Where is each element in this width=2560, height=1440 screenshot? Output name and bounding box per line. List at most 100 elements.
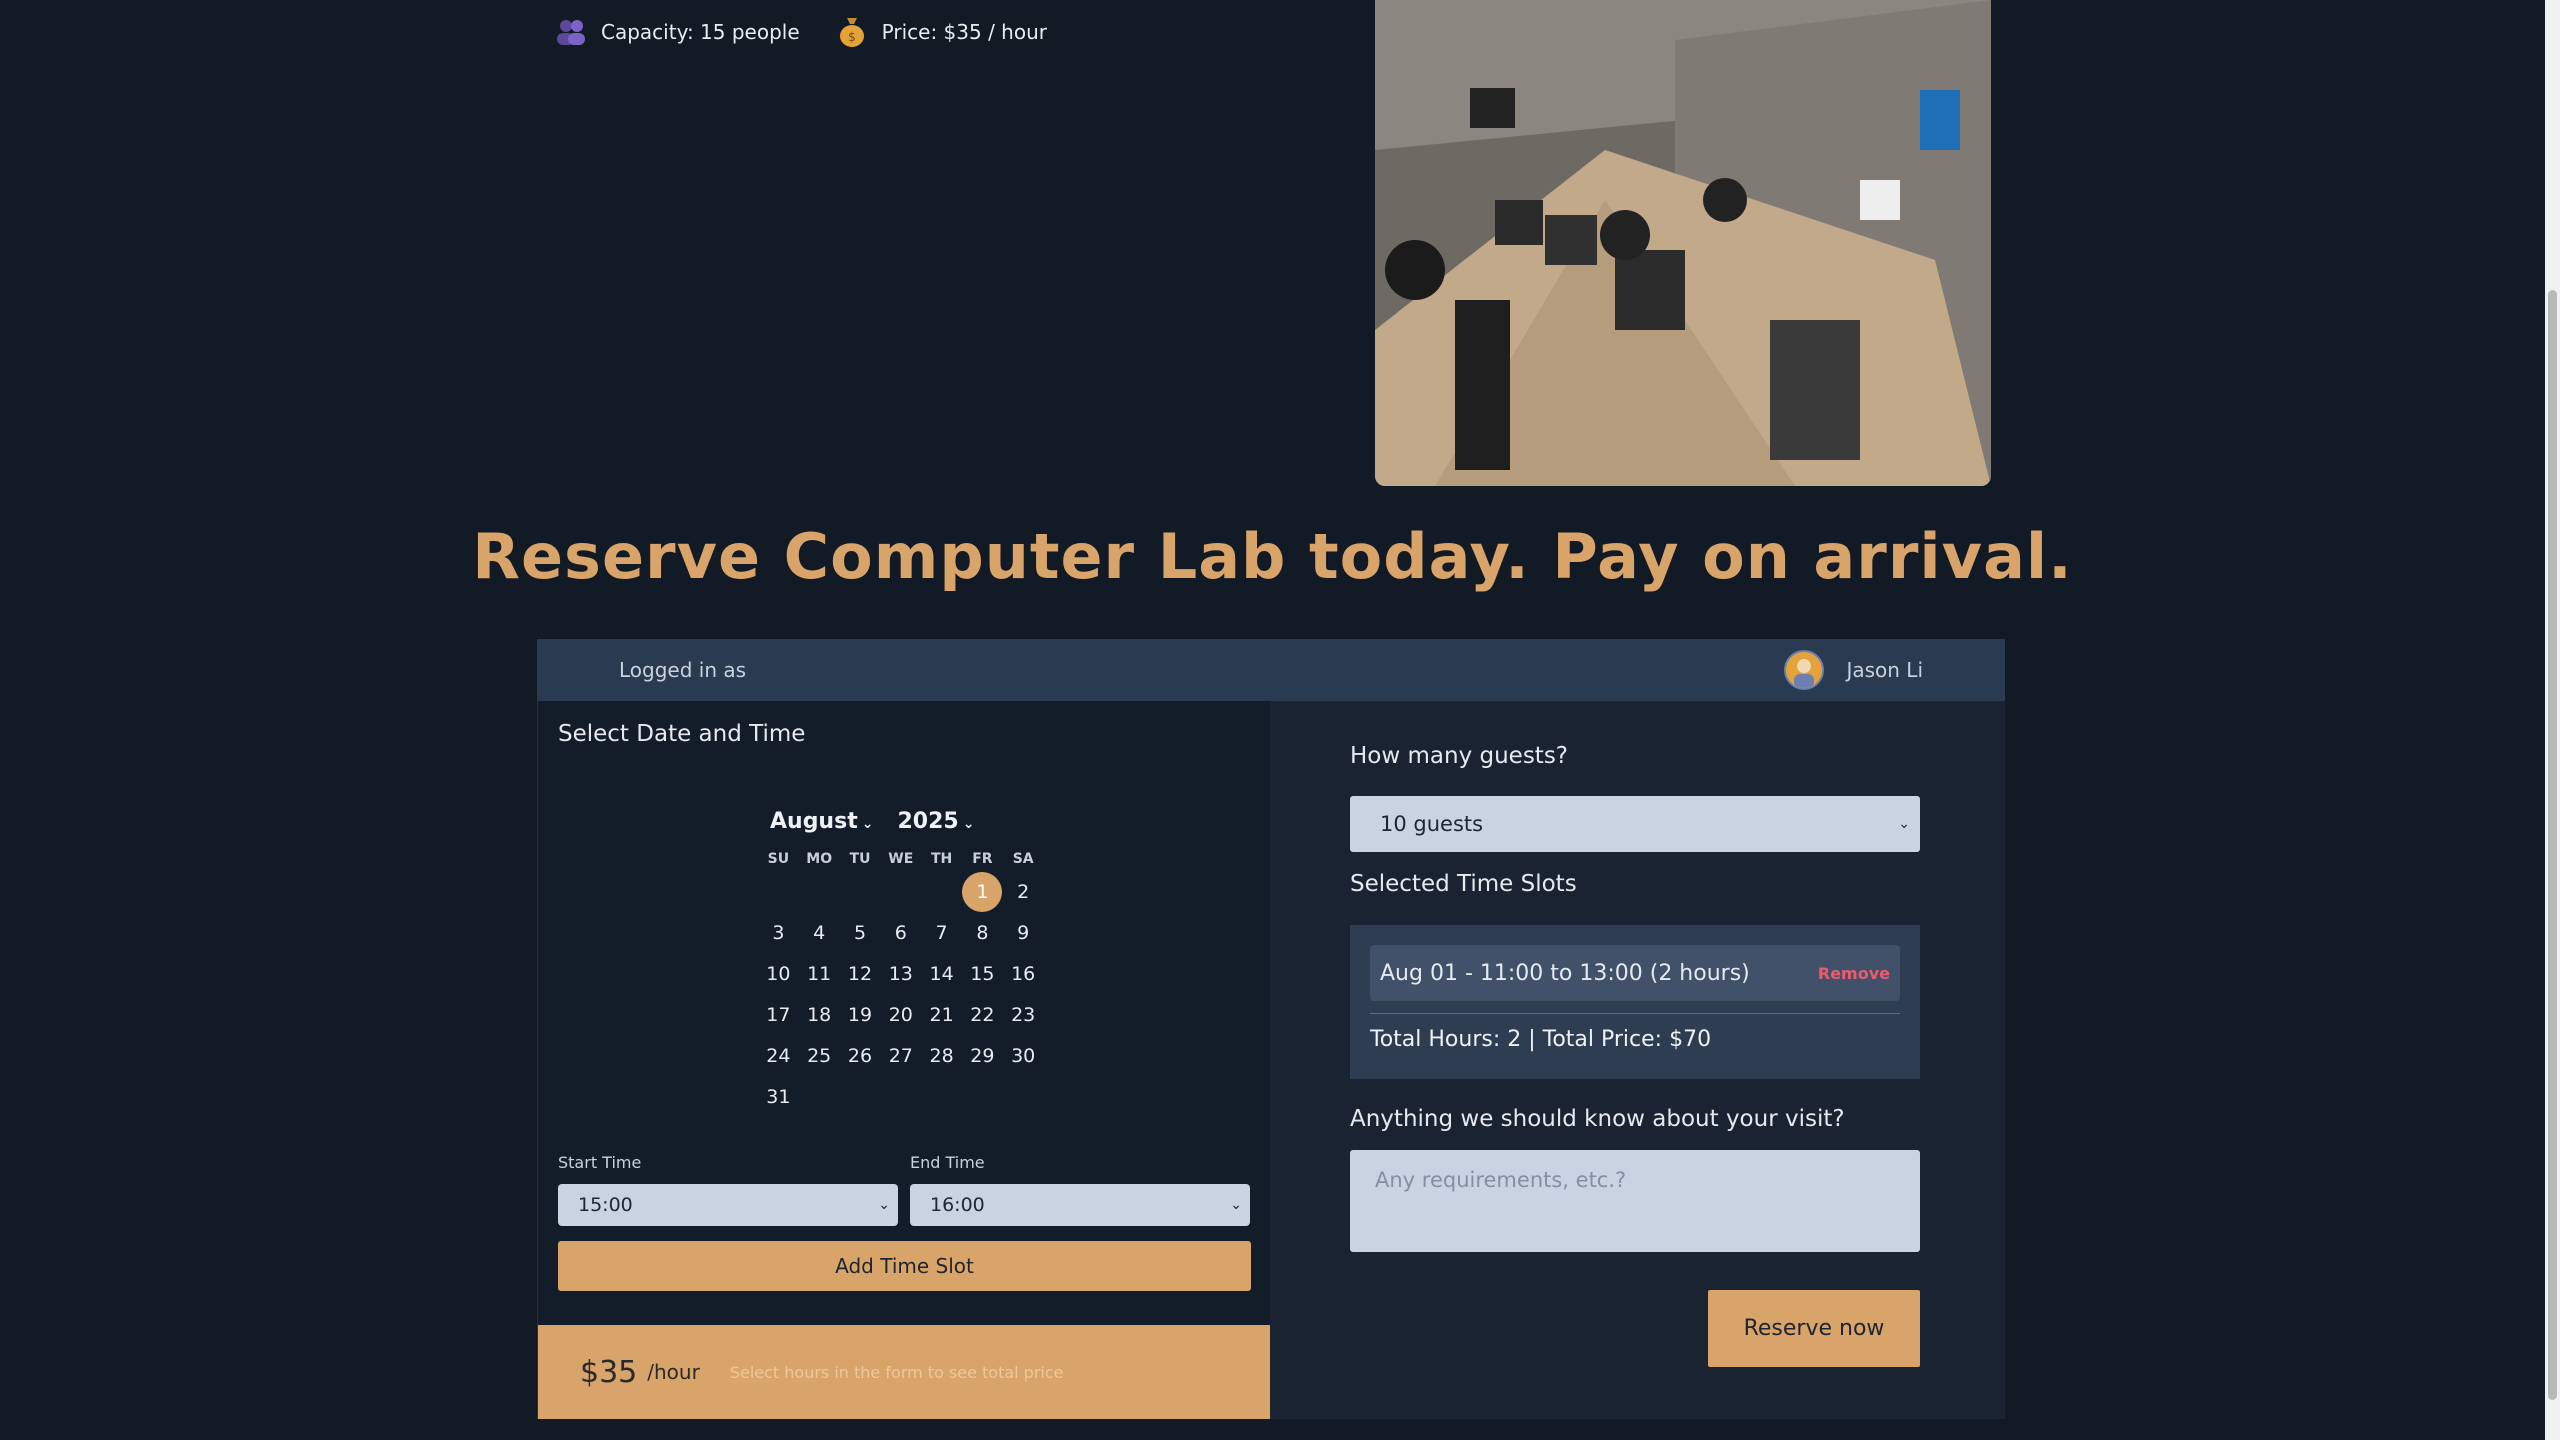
calendar-week: 31: [758, 1076, 1044, 1117]
notes-placeholder: Any requirements, etc.?: [1375, 1168, 1627, 1192]
weekday-label: SU: [767, 851, 790, 867]
booking-details-column: How many guests? 10 guests ⌄ Selected Ti…: [1270, 701, 2005, 1419]
chevron-down-icon: ⌄: [1230, 1197, 1242, 1213]
calendar-day[interactable]: 12: [840, 963, 881, 985]
date-time-column: Select Date and Time August ⌄ 2025 ⌄ SU MO T…: [537, 701, 1271, 1419]
calendar-day[interactable]: 21: [921, 1004, 962, 1026]
weekday-label: TU: [849, 851, 871, 867]
user-info: Jason Li: [1784, 650, 1923, 690]
calendar-week: 17 18 19 20 21 22 23: [758, 994, 1044, 1035]
calendar-day[interactable]: 10: [758, 963, 799, 985]
calendar-day[interactable]: 22: [962, 1004, 1003, 1026]
scrollbar-thumb[interactable]: [2548, 290, 2557, 1400]
calendar-day[interactable]: 5: [840, 922, 881, 944]
calendar-day[interactable]: 28: [921, 1045, 962, 1067]
logged-in-label: Logged in as: [619, 658, 747, 682]
page-headline: Reserve Computer Lab today. Pay on arriv…: [472, 520, 2073, 593]
chevron-down-icon: ⌄: [878, 1197, 890, 1213]
calendar-day[interactable]: 25: [799, 1045, 840, 1067]
month-label: August: [770, 809, 858, 834]
selected-day: 1: [962, 871, 1003, 912]
end-time-label: End Time: [910, 1153, 985, 1172]
calendar-day[interactable]: 16: [1003, 963, 1044, 985]
calendar-day[interactable]: 24: [758, 1045, 799, 1067]
remove-slot-button[interactable]: Remove: [1818, 964, 1890, 983]
section-title-date-time: Select Date and Time: [558, 721, 806, 747]
add-time-slot-button[interactable]: Add Time Slot: [558, 1241, 1251, 1291]
weekday-label: FR: [972, 851, 993, 867]
calendar-day[interactable]: 4: [799, 922, 840, 944]
time-slot-text: Aug 01 - 11:00 to 13:00 (2 hours): [1380, 960, 1750, 986]
calendar-day[interactable]: 23: [1003, 1004, 1044, 1026]
chevron-down-icon: ⌄: [861, 816, 874, 832]
year-label: 2025: [897, 809, 959, 834]
calendar-day[interactable]: 14: [921, 963, 962, 985]
calendar-day[interactable]: 27: [880, 1045, 921, 1067]
calendar-day[interactable]: 3: [758, 922, 799, 944]
calendar-header: August ⌄ 2025 ⌄: [770, 809, 974, 834]
calendar-day[interactable]: 17: [758, 1004, 799, 1026]
notes-label: Anything we should know about your visit…: [1350, 1106, 1845, 1132]
calendar-week: 24 25 26 27 28 29 30: [758, 1035, 1044, 1076]
price-summary-bar: $35 /hour Select hours in the form to se…: [538, 1325, 1271, 1419]
guests-label: How many guests?: [1350, 743, 1569, 769]
calendar-day[interactable]: 1: [962, 871, 1003, 912]
year-selector[interactable]: 2025 ⌄: [897, 809, 974, 834]
calendar-day[interactable]: 29: [962, 1045, 1003, 1067]
calendar-day[interactable]: 2: [1003, 881, 1044, 903]
chevron-down-icon: ⌄: [1898, 816, 1910, 832]
calendar-day[interactable]: 11: [799, 963, 840, 985]
time-slot-item: Aug 01 - 11:00 to 13:00 (2 hours) Remove: [1370, 945, 1900, 1001]
page-scrollbar[interactable]: [2545, 0, 2560, 1440]
capacity-info: Capacity: 15 people: [555, 16, 800, 48]
people-icon: [555, 16, 587, 48]
calendar-day[interactable]: 9: [1003, 922, 1044, 944]
weekday-label: SA: [1012, 851, 1034, 867]
selected-slots-label: Selected Time Slots: [1350, 871, 1577, 897]
calendar-grid: SU MO TU WE TH FR SA 1 2 3 4 5 6 7 8 9 10 11 12 13 14 15 16 17 1…: [758, 847, 1044, 1117]
price-text: Price: $35 / hour: [881, 20, 1047, 44]
calendar-day[interactable]: 20: [880, 1004, 921, 1026]
month-selector[interactable]: August ⌄: [770, 809, 873, 834]
calendar-day[interactable]: 31: [758, 1086, 799, 1108]
price-hint: Select hours in the form to see total pr…: [729, 1362, 1064, 1382]
reserve-now-button[interactable]: Reserve now: [1708, 1290, 1920, 1367]
calendar-day[interactable]: 8: [962, 922, 1003, 944]
guests-value: 10 guests: [1380, 812, 1484, 836]
session-bar: Logged in as Jason Li: [537, 639, 2005, 701]
price-unit: /hour: [647, 1360, 700, 1384]
calendar-day[interactable]: 30: [1003, 1045, 1044, 1067]
calendar-week: 10 11 12 13 14 15 16: [758, 953, 1044, 994]
calendar-day[interactable]: 13: [880, 963, 921, 985]
svg-text:$: $: [848, 30, 856, 44]
calendar-week: 3456789: [758, 912, 1044, 953]
venue-info-row: Capacity: 15 people $ Price: $35 / hour: [555, 16, 1083, 48]
weekday-label: MO: [806, 851, 833, 867]
weekday-row: SU MO TU WE TH FR SA: [758, 847, 1044, 871]
notes-textarea[interactable]: Any requirements, etc.?: [1350, 1150, 1920, 1252]
calendar-day[interactable]: 15: [962, 963, 1003, 985]
end-time-select[interactable]: 16:00 ⌄: [910, 1184, 1250, 1226]
calendar-day[interactable]: 19: [840, 1004, 881, 1026]
weekday-label: TH: [930, 851, 953, 867]
start-time-label: Start Time: [558, 1153, 642, 1172]
guests-select[interactable]: 10 guests ⌄: [1350, 796, 1920, 852]
calendar-day[interactable]: 6: [880, 922, 921, 944]
calendar-day[interactable]: 7: [921, 922, 962, 944]
end-time-value: 16:00: [930, 1194, 985, 1216]
price-info: $ Price: $35 / hour: [836, 16, 1047, 48]
hourly-price: $35: [580, 1354, 638, 1390]
booking-panel: Logged in as Jason Li Select Date and Ti…: [537, 639, 2005, 1419]
computer-lab-photo: [1375, 0, 1991, 486]
selected-slots-box: Aug 01 - 11:00 to 13:00 (2 hours) Remove…: [1350, 925, 1920, 1079]
money-bag-icon: $: [836, 16, 868, 48]
calendar-day[interactable]: 18: [799, 1004, 840, 1026]
slot-totals: Total Hours: 2 | Total Price: $70: [1370, 1027, 1712, 1052]
calendar-week: 12: [758, 871, 1044, 912]
weekday-label: WE: [888, 851, 914, 867]
divider: [1370, 1013, 1900, 1014]
capacity-text: Capacity: 15 people: [601, 20, 800, 44]
calendar-day[interactable]: 26: [840, 1045, 881, 1067]
start-time-select[interactable]: 15:00 ⌄: [558, 1184, 898, 1226]
chevron-down-icon: ⌄: [962, 816, 975, 832]
